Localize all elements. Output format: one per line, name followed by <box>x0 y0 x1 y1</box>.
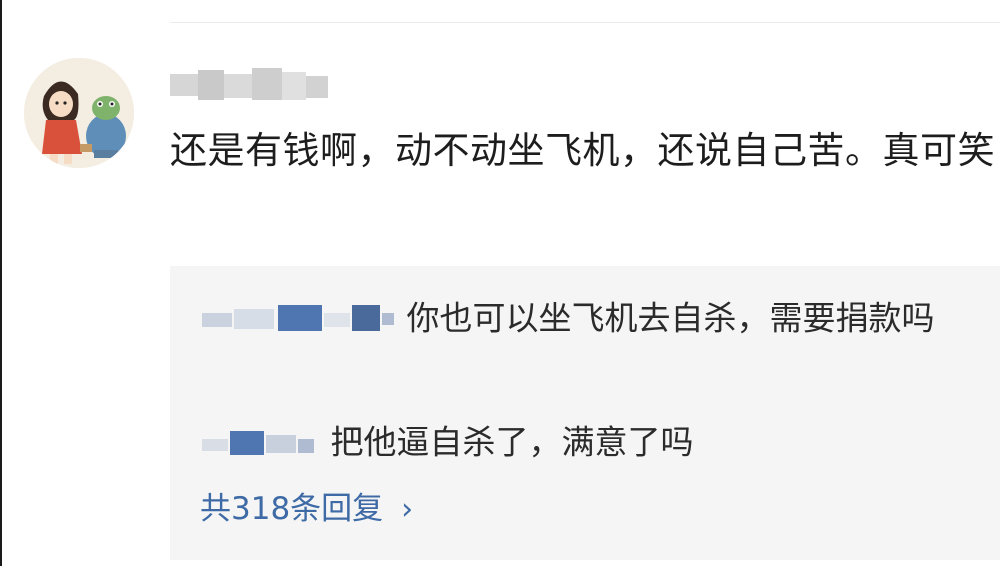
comment-text: 还是有钱啊，动不动坐飞机，还说自己苦。真可笑 <box>170 129 995 172</box>
reply-item[interactable]: 把他逼自杀了，满意了吗 <box>200 416 970 468</box>
divider <box>170 22 1000 23</box>
reply-thread: 你也可以坐飞机去自杀，需要捐款吗 把他逼自杀了，满意了吗 共318条回复 › <box>170 266 1000 560</box>
reply-username-pixelated[interactable] <box>200 299 396 339</box>
reply-text: 把他逼自杀了，满意了吗 <box>330 422 694 462</box>
reply-username-pixelated[interactable] <box>200 423 320 463</box>
avatar[interactable] <box>24 58 134 168</box>
comment-username <box>172 64 332 106</box>
window-edge <box>0 0 2 566</box>
avatar-illustration <box>24 58 134 168</box>
more-replies-label: 共318条回复 <box>200 491 384 527</box>
reply-item[interactable]: 你也可以坐飞机去自杀，需要捐款吗 <box>200 292 970 344</box>
more-replies-link[interactable]: 共318条回复 › <box>200 484 413 535</box>
reply-text: 你也可以坐飞机去自杀，需要捐款吗 <box>406 298 935 338</box>
chevron-right-icon: › <box>401 492 414 527</box>
